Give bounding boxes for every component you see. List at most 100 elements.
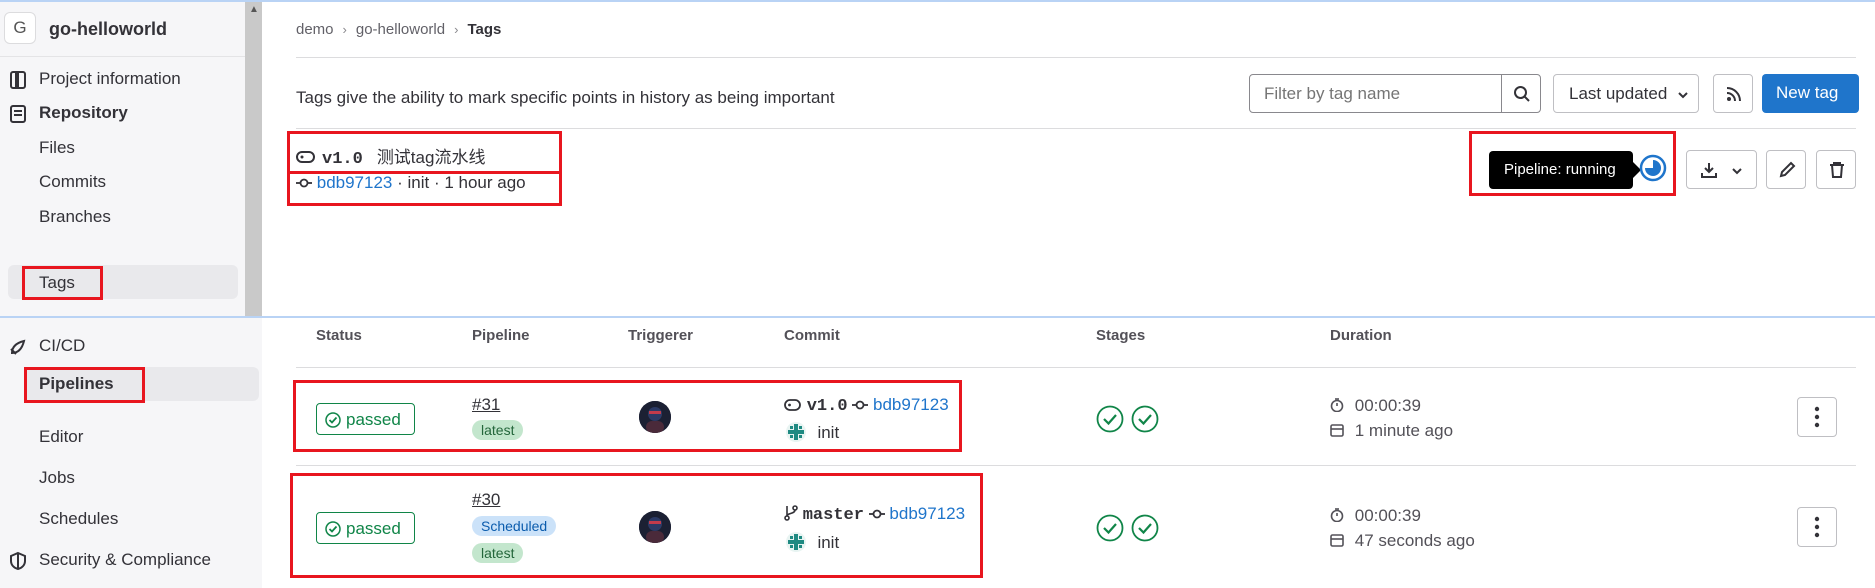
sidebar-item-editor[interactable]: Editor	[0, 420, 245, 454]
avatar[interactable]	[639, 511, 671, 543]
filter-tag-input[interactable]	[1249, 74, 1502, 113]
download-icon	[1701, 163, 1717, 178]
new-tag-label: New tag	[1776, 83, 1839, 102]
tag-commit-sha[interactable]: bdb97123	[317, 173, 393, 192]
status-label: passed	[346, 519, 401, 538]
divider	[296, 465, 1856, 466]
calendar-icon	[1330, 534, 1344, 547]
gitlab-avatar-icon	[786, 422, 806, 442]
sidebar-item-label: Jobs	[39, 468, 75, 487]
sidebar-item-schedules[interactable]: Schedules	[0, 502, 245, 536]
sidebar-item-commits[interactable]: Commits	[0, 165, 245, 199]
breadcrumb: demo › go-helloworld › Tags	[296, 21, 501, 38]
tag-header: v1.0 测试tag流水线	[296, 143, 485, 169]
scroll-up-icon[interactable]: ▲	[249, 4, 259, 15]
header-pipeline: Pipeline	[472, 327, 530, 344]
sidebar-item-project-information[interactable]: Project information	[0, 62, 245, 96]
finished-value: 1 minute ago	[1354, 421, 1454, 440]
duration-line: 00:00:39	[1330, 396, 1421, 416]
commit-sha[interactable]: bdb97123	[873, 395, 949, 414]
pipeline-id-link[interactable]: #31	[472, 395, 500, 415]
search-button[interactable]	[1501, 74, 1541, 113]
sidebar-item-branches[interactable]: Branches	[0, 200, 245, 234]
trash-icon	[1830, 162, 1844, 178]
delete-tag-button[interactable]	[1816, 150, 1856, 189]
tag-message: 测试tag流水线	[376, 148, 486, 167]
breadcrumb-current[interactable]: Tags	[467, 21, 501, 38]
edit-tag-button[interactable]	[1766, 150, 1806, 189]
breadcrumb-demo[interactable]: demo	[296, 21, 334, 38]
stage-passed-icon[interactable]	[1131, 405, 1159, 433]
more-actions-button[interactable]	[1797, 507, 1837, 547]
sidebar-item-label: Repository	[39, 103, 128, 122]
chevron-down-icon	[1678, 92, 1688, 99]
calendar-icon	[1330, 424, 1344, 437]
stage-passed-icon[interactable]	[1096, 514, 1124, 542]
stage-passed-icon[interactable]	[1096, 405, 1124, 433]
header-duration: Duration	[1330, 327, 1392, 344]
sidebar-item-repository[interactable]: Repository	[0, 96, 245, 130]
highlight-box-pipelines	[24, 367, 145, 403]
latest-badge: latest	[472, 543, 524, 563]
divider	[296, 128, 1856, 129]
finished-value: 47 seconds ago	[1354, 531, 1475, 550]
sidebar-item-label: CI/CD	[39, 336, 86, 355]
timer-icon	[1330, 508, 1344, 523]
commit-message[interactable]: init	[817, 423, 839, 442]
finished-line: 1 minute ago	[1330, 421, 1453, 441]
chevron-right-icon: ›	[342, 22, 347, 37]
more-actions-button[interactable]	[1797, 397, 1837, 437]
kebab-icon	[1814, 406, 1820, 428]
sort-label: Last updated	[1569, 84, 1668, 103]
pipeline-id-link[interactable]: #30	[472, 490, 500, 510]
screenshot-split	[0, 316, 1875, 318]
kebab-icon	[1814, 516, 1820, 538]
duration-value: 00:00:39	[1354, 396, 1421, 415]
new-tag-button[interactable]: New tag	[1762, 74, 1859, 113]
commit-sha[interactable]: bdb97123	[889, 504, 965, 523]
stage-passed-icon[interactable]	[1131, 514, 1159, 542]
pipeline-running-icon[interactable]	[1639, 154, 1667, 182]
sidebar-item-security[interactable]: Security & Compliance	[0, 543, 245, 577]
project-avatar[interactable]: G	[4, 12, 36, 44]
scheduled-badge: Scheduled	[472, 516, 557, 536]
status-badge[interactable]: passed	[316, 512, 415, 544]
status-badge[interactable]: passed	[316, 403, 415, 435]
commit-ref[interactable]: v1.0	[807, 397, 848, 416]
sidebar-item-label: Schedules	[39, 509, 119, 528]
sidebar-divider	[0, 56, 245, 57]
sort-dropdown[interactable]: Last updated	[1553, 74, 1699, 113]
avatar[interactable]	[639, 401, 671, 433]
breadcrumb-project[interactable]: go-helloworld	[356, 21, 445, 38]
chevron-right-icon: ›	[454, 22, 459, 37]
commit-icon	[296, 178, 312, 188]
status-label: passed	[346, 410, 401, 429]
divider	[296, 367, 1856, 368]
sidebar-item-cicd[interactable]: CI/CD	[0, 329, 245, 363]
shield-icon	[10, 551, 26, 571]
sidebar-scrollbar[interactable]	[245, 2, 262, 317]
check-circle-icon	[325, 412, 341, 428]
project-name[interactable]: go-helloworld	[49, 19, 167, 40]
tags-description: Tags give the ability to mark specific p…	[296, 88, 835, 107]
commit-ref[interactable]: master	[803, 506, 864, 525]
download-dropdown[interactable]	[1686, 150, 1757, 189]
sidebar-item-files[interactable]: Files	[0, 131, 245, 165]
rss-icon	[1726, 87, 1741, 102]
avatar-image	[639, 511, 671, 543]
rss-button[interactable]	[1713, 74, 1753, 113]
commit-message[interactable]: init	[817, 533, 839, 552]
commit-ref-line: master bdb97123	[784, 504, 965, 525]
tag-name[interactable]: v1.0	[322, 150, 363, 169]
sidebar-item-jobs[interactable]: Jobs	[0, 461, 245, 495]
sidebar-item-label: Editor	[39, 427, 84, 446]
avatar-image	[639, 401, 671, 433]
header-commit: Commit	[784, 327, 840, 344]
gitlab-avatar-icon	[786, 532, 806, 552]
sidebar-item-label: Files	[39, 138, 75, 157]
project-info-icon	[10, 71, 26, 89]
duration-value: 00:00:39	[1354, 506, 1421, 525]
tag-commit-meta: · init · 1 hour ago	[397, 173, 526, 192]
divider	[296, 57, 1856, 58]
highlight-box-tags	[22, 266, 103, 300]
